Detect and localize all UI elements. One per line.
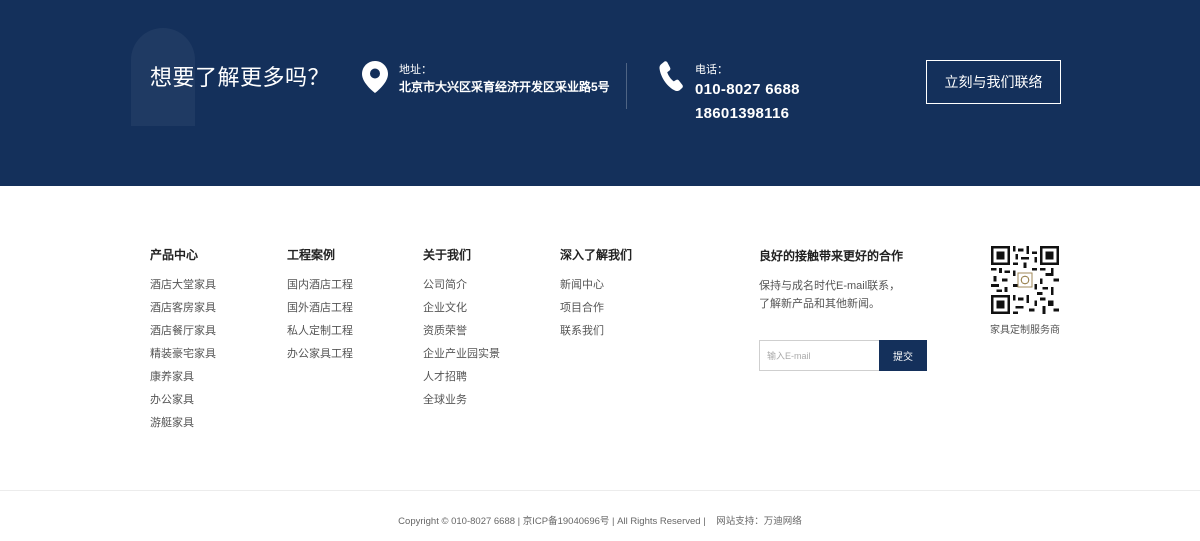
- link-list: 新闻中心 项目合作 联系我们: [560, 278, 632, 347]
- footer-link[interactable]: 办公家具: [150, 393, 216, 416]
- footer-column-about: 关于我们 公司简介 企业文化 资质荣誉 企业产业园实景 人才招聘 全球业务: [423, 247, 500, 416]
- address-label: 地址：: [399, 64, 432, 76]
- footer-column-products: 产品中心 酒店大堂家具 酒店客房家具 酒店餐厅家具 精装豪宅家具 康养家具 办公…: [150, 247, 216, 439]
- address-value: 北京市大兴区采育经济开发区采业路5号: [399, 80, 610, 94]
- link-list: 国内酒店工程 国外酒店工程 私人定制工程 办公家具工程: [287, 278, 353, 370]
- phone-label: 电话：: [695, 64, 728, 76]
- footer-link[interactable]: 全球业务: [423, 393, 500, 416]
- column-title: 关于我们: [423, 248, 472, 262]
- copyright-text: Copyright © 010-8027 6688 | 京ICP备1904069…: [398, 516, 706, 527]
- footer-link[interactable]: 酒店大堂家具: [150, 278, 216, 301]
- footer-link[interactable]: 酒店餐厅家具: [150, 324, 216, 347]
- site-support-link[interactable]: 网站支持：万迪网络: [716, 516, 802, 527]
- footer-link[interactable]: 私人定制工程: [287, 324, 353, 347]
- footer-link[interactable]: 国内酒店工程: [287, 278, 353, 301]
- phone-icon: [659, 61, 683, 92]
- link-list: 公司简介 企业文化 资质荣誉 企业产业园实景 人才招聘 全球业务: [423, 278, 500, 416]
- column-title: 深入了解我们: [560, 248, 633, 262]
- column-title: 产品中心: [150, 248, 199, 262]
- footer-link[interactable]: 精装豪宅家具: [150, 347, 216, 370]
- footer-link[interactable]: 资质荣誉: [423, 324, 500, 347]
- footer-link[interactable]: 人才招聘: [423, 370, 500, 393]
- newsletter-desc-line-1: 保持与成名时代E-mail联系，: [759, 280, 901, 292]
- email-input[interactable]: [759, 340, 880, 371]
- location-pin-icon: [362, 61, 388, 93]
- qr-code-icon: [991, 246, 1059, 314]
- footer-link[interactable]: 办公家具工程: [287, 347, 353, 370]
- footer-link[interactable]: 国外酒店工程: [287, 301, 353, 324]
- newsletter-desc-line-2: 了解新产品和其他新闻。: [759, 298, 880, 310]
- footer-link[interactable]: 新闻中心: [560, 278, 632, 301]
- footer-link[interactable]: 酒店客房家具: [150, 301, 216, 324]
- submit-button[interactable]: 提交: [879, 340, 927, 371]
- footer-link[interactable]: 企业文化: [423, 301, 500, 324]
- link-list: 酒店大堂家具 酒店客房家具 酒店餐厅家具 精装豪宅家具 康养家具 办公家具 游艇…: [150, 278, 216, 439]
- phone-number-1: 010-8027 6688: [695, 81, 800, 98]
- divider: [626, 63, 627, 109]
- contact-band: 想要了解更多吗？ 地址： 北京市大兴区采育经济开发区采业路5号 电话： 010-…: [0, 0, 1200, 186]
- phone-number-2: 18601398116: [695, 105, 790, 122]
- bottom-divider: [0, 490, 1200, 491]
- footer-link[interactable]: 联系我们: [560, 324, 632, 347]
- contact-us-button[interactable]: 立刻与我们联络: [926, 60, 1061, 104]
- newsletter-description: 保持与成名时代E-mail联系， 了解新产品和其他新闻。: [759, 277, 919, 313]
- column-title: 工程案例: [287, 248, 336, 262]
- qr-caption: 家具定制服务商: [990, 325, 1060, 336]
- footer-column-learn-more: 深入了解我们 新闻中心 项目合作 联系我们: [560, 247, 632, 347]
- footer-link[interactable]: 公司简介: [423, 278, 500, 301]
- footer-column-cases: 工程案例 国内酒店工程 国外酒店工程 私人定制工程 办公家具工程: [287, 247, 353, 370]
- footer-link[interactable]: 企业产业园实景: [423, 347, 500, 370]
- footer-link[interactable]: 游艇家具: [150, 416, 216, 439]
- footer-link[interactable]: 康养家具: [150, 370, 216, 393]
- contact-headline: 想要了解更多吗？: [150, 65, 331, 90]
- newsletter-title: 良好的接触带来更好的合作: [759, 249, 904, 263]
- footer-link[interactable]: 项目合作: [560, 301, 632, 324]
- copyright-bar: Copyright © 010-8027 6688 | 京ICP备1904069…: [0, 513, 1200, 527]
